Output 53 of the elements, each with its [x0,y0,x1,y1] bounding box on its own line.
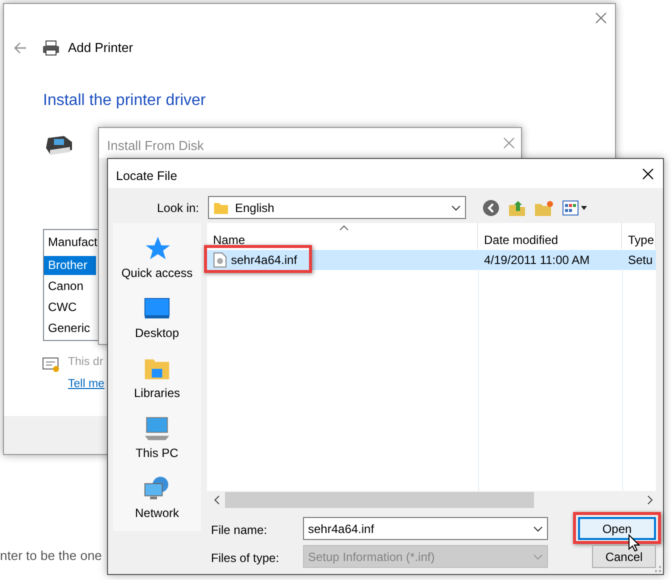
column-header[interactable]: Name [207,223,478,249]
window-title: Add Printer [68,39,134,57]
place-item[interactable]: Quick access [113,223,201,283]
printer-icon [44,134,74,156]
column-header[interactable]: Date modified [478,223,622,249]
back-circle-icon[interactable] [482,198,500,216]
column-header[interactable]: Type [622,223,656,249]
dialog-button[interactable]: Open [578,517,656,540]
place-item[interactable]: Desktop [113,283,201,343]
background-text: nter to be the one [0,547,102,565]
scroll-right-icon[interactable] [646,495,654,505]
file-row[interactable]: sehr4a64.inf 4/19/2011 11:00 AM Setu [207,250,656,270]
field-label: File name: [211,522,268,539]
certificate-icon [42,356,60,372]
close-icon [640,166,656,182]
column-header: Manufact [47,234,98,251]
field-label: Look in: [156,200,199,216]
list-item[interactable]: Brother [44,256,96,275]
cursor-icon [628,534,640,552]
settings-file-icon [213,252,227,268]
place-item[interactable]: This PC [113,403,201,463]
place-item[interactable]: Libraries [113,343,201,403]
chevron-down-icon [533,554,543,560]
list-item[interactable]: Canon [44,277,101,296]
close-icon [501,135,517,151]
chevron-down-icon [451,204,461,210]
folder-dropdown[interactable]: English [208,196,466,219]
up-folder-icon[interactable] [508,198,526,216]
back-arrow-icon[interactable] [12,40,28,56]
file-type: Setu [627,252,654,269]
close-button[interactable] [640,166,656,182]
list-item[interactable]: Generic [44,319,101,338]
file-name: sehr4a64.inf [231,252,298,269]
list-item[interactable]: CWC [44,298,101,317]
note-text: This dr [68,355,104,370]
file-date: 4/19/2011 11:00 AM [483,252,591,269]
help-link[interactable]: Tell me [68,376,104,394]
view-menu-icon[interactable] [562,200,588,216]
file-name-field[interactable]: sehr4a64.inf [303,517,548,540]
dialog-button[interactable]: Cancel [592,545,656,568]
printer-icon [42,40,60,56]
close-icon [593,10,609,26]
folder-icon [213,200,229,214]
window-title: Install From Disk [107,137,204,155]
sort-caret-icon [339,225,349,231]
window-title: Locate File [116,168,178,185]
field-label: Files of type: [211,550,280,567]
scroll-left-icon[interactable] [213,495,221,505]
place-item[interactable]: Network [113,463,201,523]
page-heading: Install the printer driver [43,91,206,111]
scrollbar-thumb[interactable] [225,492,534,508]
chevron-down-icon [533,526,543,532]
new-folder-icon[interactable] [534,198,554,216]
